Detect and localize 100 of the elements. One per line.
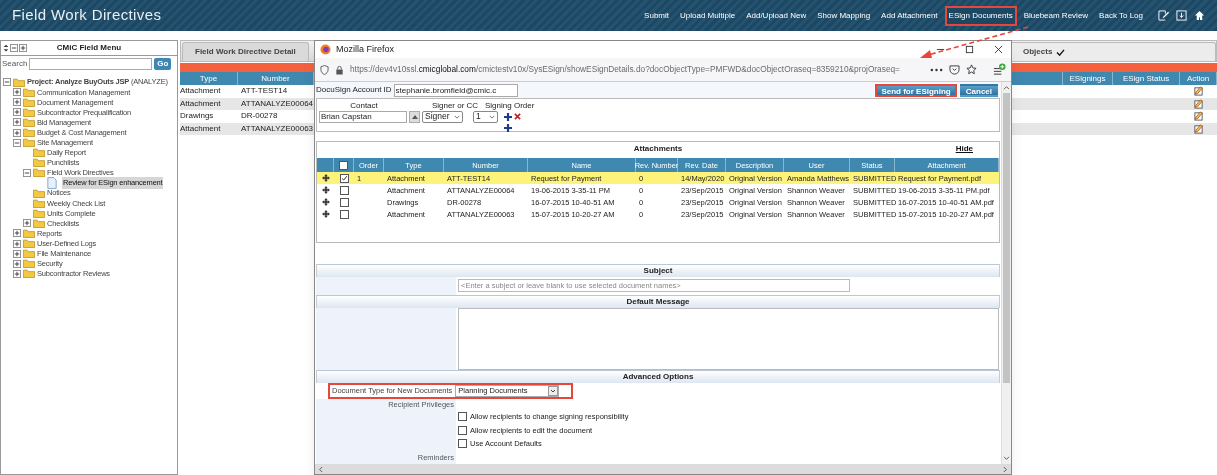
toolbar-link[interactable]: Submit	[640, 5, 673, 26]
folder-icon	[33, 148, 45, 158]
toolbar-link[interactable]: Show Mapping	[813, 5, 875, 26]
edit-icon[interactable]	[1193, 123, 1204, 134]
check-icon	[1056, 48, 1066, 56]
download-icon[interactable]	[1176, 10, 1187, 21]
folder-icon	[23, 249, 35, 259]
add-icon[interactable]	[504, 124, 512, 132]
folder-icon	[23, 107, 35, 117]
edit-icon[interactable]	[1158, 10, 1169, 21]
drag-handle-icon[interactable]	[321, 210, 330, 219]
folder-icon	[23, 138, 35, 148]
expand-all-icon[interactable]	[19, 44, 27, 52]
search-field[interactable]	[29, 57, 153, 70]
add-icon[interactable]	[504, 112, 512, 121]
chevron-down-icon	[489, 114, 495, 119]
horizontal-scrollbar[interactable]	[315, 464, 1011, 474]
caret-up-icon[interactable]	[1003, 85, 1010, 90]
window-title: Mozilla Firefox	[336, 42, 394, 56]
expand-icon[interactable]	[23, 219, 31, 228]
menu-icon[interactable]	[993, 63, 1006, 76]
expand-icon[interactable]	[13, 239, 21, 248]
checkbox[interactable]	[458, 439, 467, 449]
chevron-down-icon	[454, 114, 460, 119]
expand-icon[interactable]	[13, 128, 21, 137]
folder-icon	[23, 228, 35, 238]
drag-handle-icon[interactable]	[321, 186, 330, 195]
bookmark-star-icon[interactable]	[966, 64, 977, 75]
row-checkbox[interactable]	[339, 173, 349, 183]
select-all-checkbox[interactable]	[339, 160, 348, 170]
toolbar-link[interactable]: Add Attachment	[877, 5, 942, 26]
message-field[interactable]	[458, 307, 999, 370]
section-title: Attachments	[633, 143, 683, 156]
edit-icon[interactable]	[1193, 86, 1204, 97]
collapse-icon[interactable]	[13, 138, 21, 147]
more-icon[interactable]	[930, 67, 943, 72]
edit-icon[interactable]	[1193, 98, 1204, 109]
row-checkbox[interactable]	[339, 185, 349, 195]
hide-link[interactable]: Hide	[955, 143, 973, 156]
edit-icon[interactable]	[1193, 111, 1204, 122]
tab[interactable]: Field Work Directive Detail	[182, 42, 309, 61]
pocket-icon[interactable]	[949, 64, 960, 75]
collapse-icon[interactable]	[23, 168, 31, 177]
page-title: Field Work Directives	[12, 5, 162, 26]
column-header: Signer or CC	[430, 100, 480, 110]
caret-right-icon[interactable]	[1003, 465, 1008, 473]
lookup-button[interactable]	[409, 110, 420, 123]
folder-icon	[23, 117, 35, 127]
sidebar-title: CMiC Field Menu	[55, 42, 123, 54]
drag-handle-icon[interactable]	[321, 198, 330, 207]
table-cell-text: ATTANALYZE00063	[240, 122, 314, 135]
row-checkbox[interactable]	[339, 209, 349, 219]
account-id-field[interactable]: stephanie.bromfield@cmic.c	[393, 83, 518, 97]
expand-icon[interactable]	[13, 88, 21, 97]
checkbox[interactable]	[458, 425, 467, 435]
popup-button[interactable]: Cancel	[959, 83, 998, 97]
delete-icon[interactable]	[514, 113, 521, 120]
expand-icon[interactable]	[13, 269, 21, 278]
vertical-scrollbar[interactable]	[1001, 82, 1011, 464]
scrollbar-thumb[interactable]	[1003, 93, 1010, 383]
folder-icon	[23, 97, 35, 107]
expand-icon[interactable]	[13, 118, 21, 127]
checkbox[interactable]	[458, 412, 467, 422]
toolbar-link[interactable]: Back To Log	[1095, 5, 1147, 26]
sort-arrows-icon[interactable]	[3, 44, 9, 52]
folder-icon	[33, 158, 45, 168]
role-select[interactable]: Signer	[422, 110, 463, 123]
chevron-down-icon[interactable]	[548, 385, 559, 396]
folder-icon	[33, 208, 45, 218]
maximize-icon[interactable]	[965, 45, 974, 54]
contact-field[interactable]: Brian Capstan	[319, 110, 407, 123]
go-button[interactable]: Go	[154, 57, 172, 70]
caret-left-icon[interactable]	[318, 465, 323, 473]
folder-icon	[23, 87, 35, 97]
folder-icon	[23, 259, 35, 269]
row-checkbox[interactable]	[339, 197, 349, 207]
expand-icon[interactable]	[13, 108, 21, 117]
order-select[interactable]: 1	[473, 110, 498, 123]
expand-icon[interactable]	[13, 249, 21, 258]
caret-down-icon[interactable]	[1003, 456, 1010, 461]
popup-button[interactable]: Send for ESigning	[875, 83, 957, 97]
toolbar-link[interactable]: Upload Multiple	[676, 5, 740, 26]
toolbar-link[interactable]: ESign Documents	[944, 5, 1017, 26]
home-icon[interactable]	[1194, 10, 1205, 21]
expand-icon[interactable]	[13, 98, 21, 107]
collapse-icon[interactable]	[3, 78, 11, 87]
toolbar-link[interactable]: Add/Upload New	[742, 5, 811, 26]
drag-handle-icon[interactable]	[321, 174, 330, 183]
table-cell-text: Attachment	[180, 122, 222, 135]
close-icon[interactable]	[994, 45, 1003, 54]
expand-icon[interactable]	[13, 259, 21, 268]
shield-icon[interactable]	[320, 64, 329, 75]
section-header: Default Message	[316, 294, 1000, 308]
folder-icon	[23, 269, 35, 279]
folder-icon	[33, 198, 45, 208]
search-label: Search	[2, 57, 28, 70]
expand-icon[interactable]	[13, 229, 21, 238]
toolbar-link[interactable]: Bluebeam Review	[1019, 5, 1093, 26]
table-cell-text: Drawings	[180, 110, 215, 123]
table-cell-text: ATT-TEST14	[240, 85, 289, 98]
